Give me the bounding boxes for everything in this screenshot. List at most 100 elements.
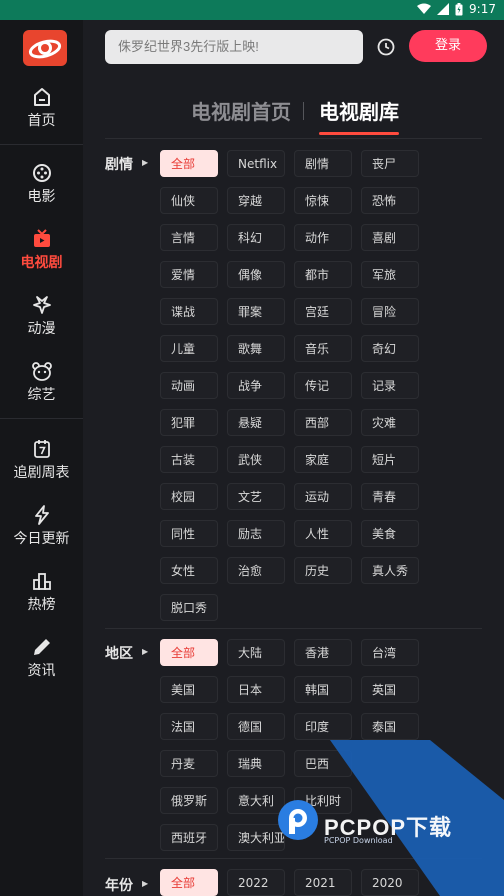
filter-chip[interactable]: 家庭 (294, 446, 352, 473)
filter-chip[interactable]: 恐怖 (361, 187, 419, 214)
app-logo[interactable] (23, 30, 67, 66)
caret-right-icon: ▶ (142, 647, 149, 656)
filter-chip[interactable]: 真人秀 (361, 557, 419, 584)
filter-chip[interactable]: 日本 (227, 676, 285, 703)
filter-chip[interactable]: 穿越 (227, 187, 285, 214)
sidebar-item-weekly-schedule[interactable]: 追剧周表 (0, 432, 83, 494)
pcpop-logo-icon (278, 800, 318, 840)
filter-chip[interactable]: 瑞典 (227, 750, 285, 777)
filter-chip[interactable]: 丧尸 (361, 150, 419, 177)
filter-chip[interactable]: 英国 (361, 676, 419, 703)
sidebar-item-hot-list[interactable]: 热榜 (0, 564, 83, 626)
calendar-7-icon (33, 440, 50, 458)
active-tab-indicator (319, 132, 399, 135)
sidebar-item-today-updates[interactable]: 今日更新 (0, 498, 83, 560)
filter-chip[interactable]: 儿童 (160, 335, 218, 362)
filter-chip[interactable]: 文艺 (227, 483, 285, 510)
filter-chip[interactable]: 谍战 (160, 298, 218, 325)
filter-chip[interactable]: 军旅 (361, 261, 419, 288)
sidebar-nav: 首页 电影 电视剧 动漫 综艺 追剧周表 今日更新 热榜 资讯 (0, 20, 83, 896)
watermark-subtext: PCPOP Download (324, 836, 393, 845)
login-button[interactable]: 登录 (409, 30, 487, 62)
filter-chip[interactable]: 励志 (227, 520, 285, 547)
filter-chip[interactable]: 动作 (294, 224, 352, 251)
filter-chip-all-selected[interactable]: 全部 (160, 639, 218, 666)
filter-chip[interactable]: 治愈 (227, 557, 285, 584)
filter-chip[interactable]: 犯罪 (160, 409, 218, 436)
filter-chip[interactable]: Netflix (227, 150, 285, 177)
filter-chip[interactable]: 法国 (160, 713, 218, 740)
filter-chip[interactable]: 丹麦 (160, 750, 218, 777)
filter-label: 年份 (105, 878, 133, 894)
sidebar-item-label: 资讯 (27, 663, 56, 679)
sidebar-item-anime[interactable]: 动漫 (0, 288, 83, 350)
filter-chip[interactable]: 校园 (160, 483, 218, 510)
filter-chip-all-selected[interactable]: 全部 (160, 150, 218, 177)
filter-chip[interactable]: 罪案 (227, 298, 285, 325)
filter-chip[interactable]: 2022 (227, 869, 285, 896)
sidebar-item-news[interactable]: 资讯 (0, 630, 83, 692)
filter-chip[interactable]: 音乐 (294, 335, 352, 362)
filter-chip[interactable]: 战争 (227, 372, 285, 399)
filter-chip[interactable]: 脱口秀 (160, 594, 218, 621)
sidebar-item-tv[interactable]: 电视剧 (0, 222, 83, 284)
filter-chip[interactable]: 偶像 (227, 261, 285, 288)
filter-chip[interactable]: 歌舞 (227, 335, 285, 362)
filter-chip[interactable]: 爱情 (160, 261, 218, 288)
filter-chip[interactable]: 悬疑 (227, 409, 285, 436)
filter-chip[interactable]: 女性 (160, 557, 218, 584)
filter-chip[interactable]: 青春 (361, 483, 419, 510)
filter-chip[interactable]: 记录 (361, 372, 419, 399)
filter-chip[interactable]: 德国 (227, 713, 285, 740)
home-icon (33, 88, 50, 106)
filter-chip[interactable]: 动画 (160, 372, 218, 399)
filter-chip[interactable]: 运动 (294, 483, 352, 510)
filter-chip[interactable]: 喜剧 (361, 224, 419, 251)
pencil-icon (33, 639, 50, 655)
filter-chip[interactable]: 西班牙 (160, 824, 218, 851)
filter-chip[interactable]: 人性 (294, 520, 352, 547)
filter-chip[interactable]: 大陆 (227, 639, 285, 666)
filter-chip[interactable]: 同性 (160, 520, 218, 547)
genre-filter: 剧情 ▶ 全部 Netflix 剧情 丧尸 仙侠 穿越 惊悚 恐怖 言情 科幻 动作 喜剧 爱情 偶像 都市… (105, 139, 482, 629)
filter-chip[interactable]: 美国 (160, 676, 218, 703)
filter-chip[interactable]: 美食 (361, 520, 419, 547)
filter-chip[interactable]: 台湾 (361, 639, 419, 666)
filter-chip[interactable]: 历史 (294, 557, 352, 584)
filter-chip[interactable]: 传记 (294, 372, 352, 399)
filter-chip[interactable]: 古装 (160, 446, 218, 473)
filter-chip[interactable]: 都市 (294, 261, 352, 288)
filter-chip[interactable]: 短片 (361, 446, 419, 473)
filter-chip[interactable]: 西部 (294, 409, 352, 436)
history-clock-icon[interactable] (375, 36, 397, 58)
filter-chip[interactable]: 武侠 (227, 446, 285, 473)
filter-chip[interactable]: 仙侠 (160, 187, 218, 214)
sidebar-item-movies[interactable]: 电影 (0, 156, 83, 218)
sidebar-item-label: 综艺 (27, 387, 56, 403)
filter-chip[interactable]: 冒险 (361, 298, 419, 325)
sidebar-item-variety[interactable]: 综艺 (0, 354, 83, 416)
filter-chip[interactable]: 灾难 (361, 409, 419, 436)
filter-chip[interactable]: 印度 (294, 713, 352, 740)
filter-chip[interactable]: 奇幻 (361, 335, 419, 362)
filter-chip[interactable]: 韩国 (294, 676, 352, 703)
tab-tv-library[interactable]: 电视剧库 (319, 96, 399, 125)
filter-chip[interactable]: 香港 (294, 639, 352, 666)
tab-tv-home[interactable]: 电视剧首页 (191, 96, 291, 125)
filter-label: 剧情 (105, 157, 133, 173)
filter-chip[interactable]: 言情 (160, 224, 218, 251)
sidebar-item-home[interactable]: 首页 (0, 80, 83, 142)
filter-chip[interactable]: 惊悚 (294, 187, 352, 214)
filter-chip[interactable]: 科幻 (227, 224, 285, 251)
filter-chip[interactable]: 泰国 (361, 713, 419, 740)
status-bar: 9:17 (0, 0, 504, 20)
filter-chip[interactable]: 宫廷 (294, 298, 352, 325)
sidebar-divider (0, 418, 83, 419)
search-input[interactable]: 侏罗纪世界3先行版上映! (105, 30, 363, 64)
filter-chip[interactable]: 俄罗斯 (160, 787, 218, 814)
filter-label: 地区 (105, 646, 133, 662)
top-header: 侏罗纪世界3先行版上映! 登录 (83, 20, 504, 76)
filter-chip[interactable]: 剧情 (294, 150, 352, 177)
tab-separator (303, 102, 304, 120)
filter-chip-all-selected[interactable]: 全部 (160, 869, 218, 896)
